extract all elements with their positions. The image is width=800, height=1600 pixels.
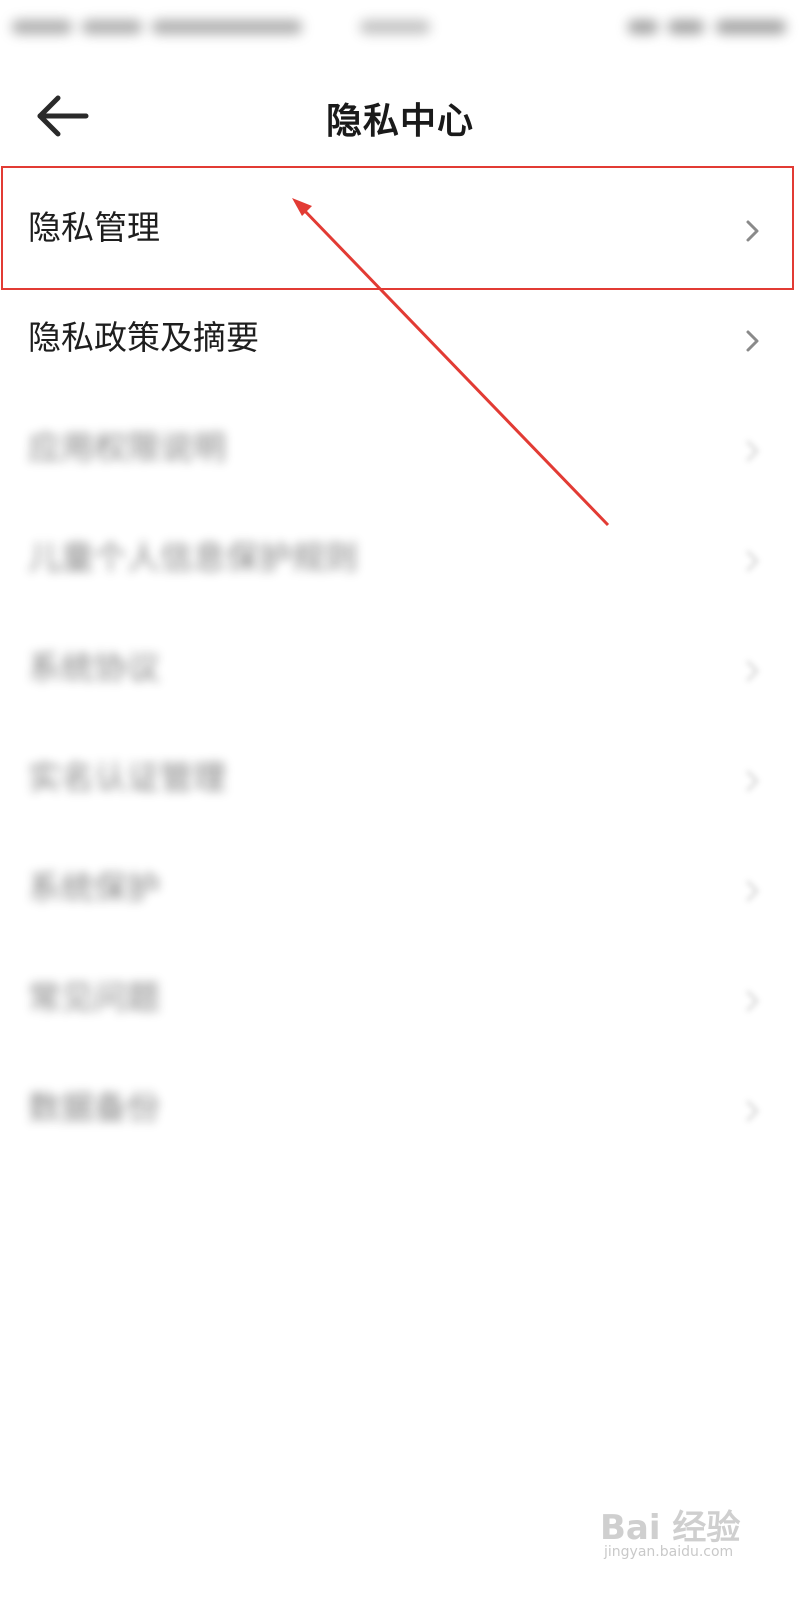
page-title: 隐私中心: [325, 101, 474, 142]
chevron-right-icon: [746, 220, 759, 242]
chevron-right-icon: [746, 990, 759, 1012]
menu-item-label: 常见问题: [28, 978, 160, 1017]
menu-item[interactable]: 隐私管理: [0, 166, 800, 276]
chevron-right-icon: [746, 660, 759, 682]
watermark: Bai 经验 jingyan.baidu.com: [600, 1500, 760, 1570]
menu-item-label: 实名认证管理: [28, 758, 226, 797]
chevron-right-icon: [746, 1100, 759, 1122]
menu-item[interactable]: 系统保护: [0, 826, 800, 936]
menu-item-label: 应用权限说明: [28, 428, 226, 467]
watermark-url: jingyan.baidu.com: [604, 1544, 734, 1560]
status-bar-carrier-info: [12, 14, 302, 40]
menu-item[interactable]: 常见问题: [0, 936, 800, 1046]
menu-item-label: 隐私政策及摘要: [28, 318, 259, 357]
menu-item-label: 系统协议: [28, 648, 160, 687]
menu-item[interactable]: 实名认证管理: [0, 716, 800, 826]
chevron-right-icon: [746, 550, 759, 572]
menu-item-label: 隐私管理: [28, 208, 160, 247]
status-bar-time: [360, 14, 430, 40]
menu-item[interactable]: 系统协议: [0, 606, 800, 716]
menu-item-label: 系统保护: [28, 868, 160, 907]
menu-item-label: 儿童个人信息保护规则: [28, 538, 358, 577]
menu-item[interactable]: 隐私政策及摘要: [0, 276, 800, 386]
settings-menu-list: 隐私管理隐私政策及摘要 应用权限说明儿童个人信息保护规则 系统协议实名认证管理 系统保…: [0, 166, 800, 1156]
chevron-right-icon: [746, 330, 759, 352]
nav-bar: 隐私中心: [0, 70, 800, 160]
status-bar: [0, 0, 800, 56]
menu-item-label: 数据备份: [28, 1088, 160, 1127]
menu-item[interactable]: 儿童个人信息保护规则: [0, 496, 800, 606]
watermark-logo: Bai 经验: [600, 1508, 741, 1548]
chevron-right-icon: [746, 880, 759, 902]
menu-item[interactable]: 数据备份: [0, 1046, 800, 1156]
chevron-right-icon: [746, 440, 759, 462]
status-bar-system-icons: [628, 12, 788, 42]
menu-item[interactable]: 应用权限说明: [0, 386, 800, 496]
chevron-right-icon: [746, 770, 759, 792]
